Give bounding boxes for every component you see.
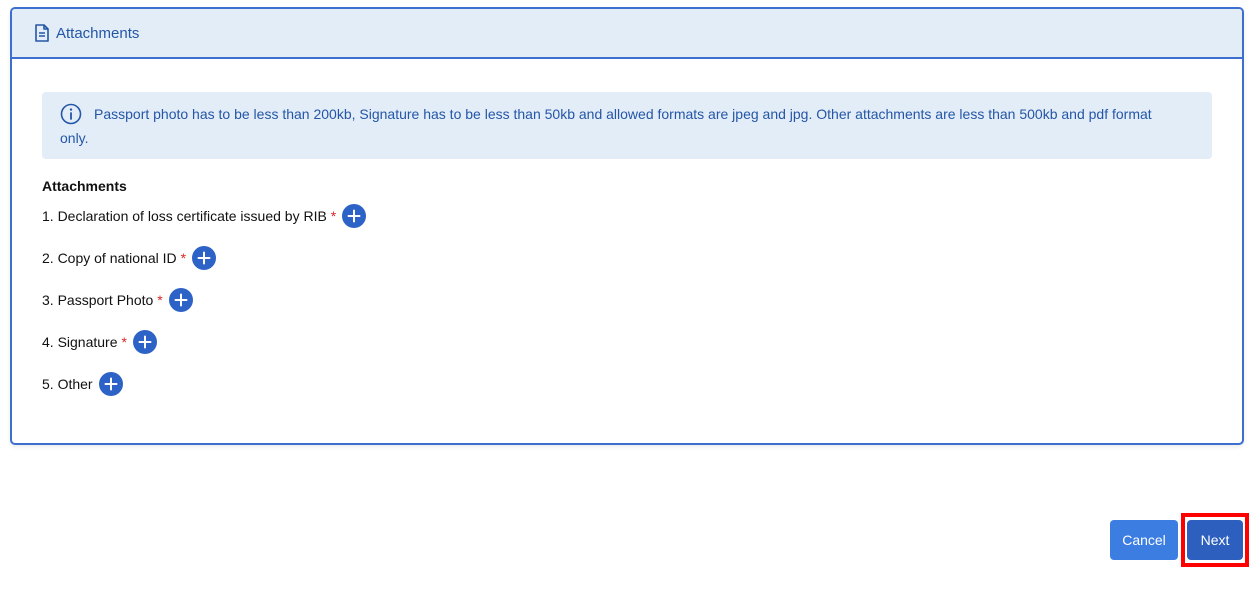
card-title: Attachments [56, 24, 140, 42]
attachment-label: 1. Declaration of loss certificate issue… [42, 208, 327, 224]
plus-icon [104, 377, 118, 391]
next-button[interactable]: Next [1187, 520, 1243, 560]
add-attachment-button[interactable] [132, 330, 157, 354]
info-circle-icon [60, 103, 82, 125]
add-attachment-button[interactable] [98, 372, 123, 396]
required-marker: * [180, 250, 187, 266]
plus-icon [347, 209, 361, 223]
plus-icon [138, 335, 152, 349]
card-header: Attachments [12, 9, 1242, 59]
attachment-label: 2. Copy of national ID [42, 250, 177, 266]
attachment-row-national-id: 2. Copy of national ID * [42, 246, 217, 270]
info-text: Passport photo has to be less than 200kb… [60, 106, 1152, 146]
document-icon [34, 24, 50, 42]
required-marker: * [121, 334, 127, 350]
attachment-row-other: 5. Other [42, 372, 123, 396]
attachments-section-title: Attachments [42, 178, 127, 194]
info-alert: Passport photo has to be less than 200kb… [42, 92, 1212, 159]
attachment-label: 3. Passport Photo [42, 292, 154, 308]
add-attachment-button[interactable] [192, 246, 217, 270]
attachment-label: 4. Signature [42, 334, 118, 350]
plus-icon [197, 251, 211, 265]
attachments-card: Attachments Passport photo has to be les… [10, 7, 1244, 445]
required-marker: * [157, 292, 163, 308]
cancel-button[interactable]: Cancel [1110, 520, 1178, 560]
attachment-row-passport-photo: 3. Passport Photo * [42, 288, 193, 312]
attachment-row-loss-certificate: 1. Declaration of loss certificate issue… [42, 204, 367, 228]
add-attachment-button[interactable] [168, 288, 193, 312]
attachment-label: 5. Other [42, 376, 93, 392]
add-attachment-button[interactable] [342, 204, 367, 228]
plus-icon [174, 293, 188, 307]
attachment-row-signature: 4. Signature * [42, 330, 157, 354]
required-marker: * [330, 208, 337, 224]
